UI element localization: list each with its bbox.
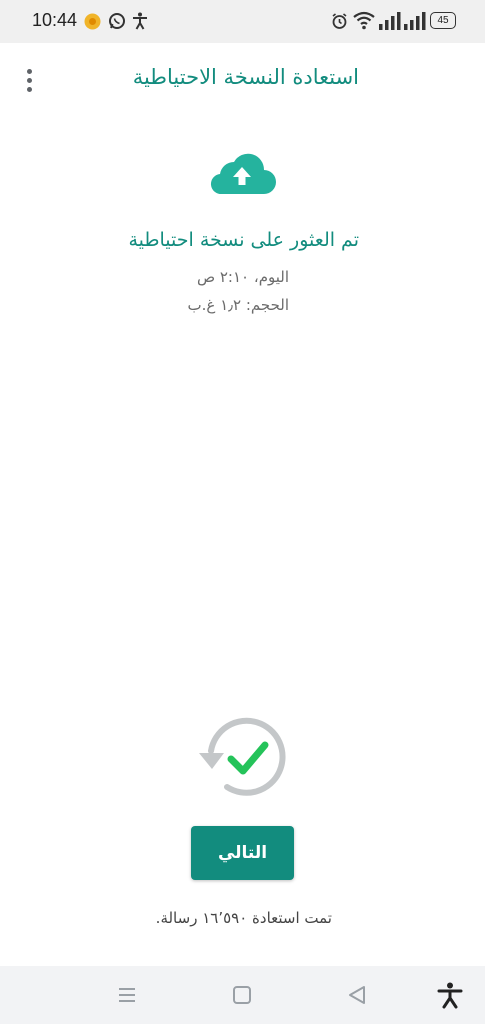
accessibility-icon [132, 12, 148, 34]
backup-date: اليوم، ٢:١٠ ص [196, 268, 289, 286]
navigation-bar [0, 966, 485, 1024]
whatsapp-icon [108, 12, 126, 34]
battery-icon: 45 [430, 12, 456, 29]
home-icon[interactable] [228, 981, 256, 1009]
status-time: 10:44 [32, 10, 78, 30]
accessibility-icon[interactable] [436, 981, 464, 1009]
next-button[interactable]: التالي [191, 826, 294, 880]
overflow-menu-icon[interactable] [18, 67, 42, 95]
signal-icon [379, 12, 401, 34]
app-bar: استعادة النسخة الاحتياطية [0, 43, 485, 117]
backup-found-title: تم العثور على نسخة احتياطية [128, 229, 359, 251]
restore-complete-icon [197, 715, 289, 799]
wifi-icon [353, 11, 375, 34]
notification-dot-icon [84, 13, 101, 34]
battery-level: 45 [437, 15, 449, 26]
alarm-icon [331, 13, 348, 34]
page-title: استعادة النسخة الاحتياطية [132, 65, 359, 89]
signal-icon [404, 12, 426, 34]
cloud-upload-icon [208, 150, 276, 196]
recents-icon[interactable] [113, 981, 141, 1009]
backup-size: الحجم: ١٫٢ غ.ب [187, 296, 289, 314]
restored-messages-text: تمت استعادة ١٦٬٥٩٠ رسالة. [155, 909, 332, 927]
status-bar: 10:44 45 [0, 0, 485, 43]
back-icon[interactable] [343, 981, 371, 1009]
